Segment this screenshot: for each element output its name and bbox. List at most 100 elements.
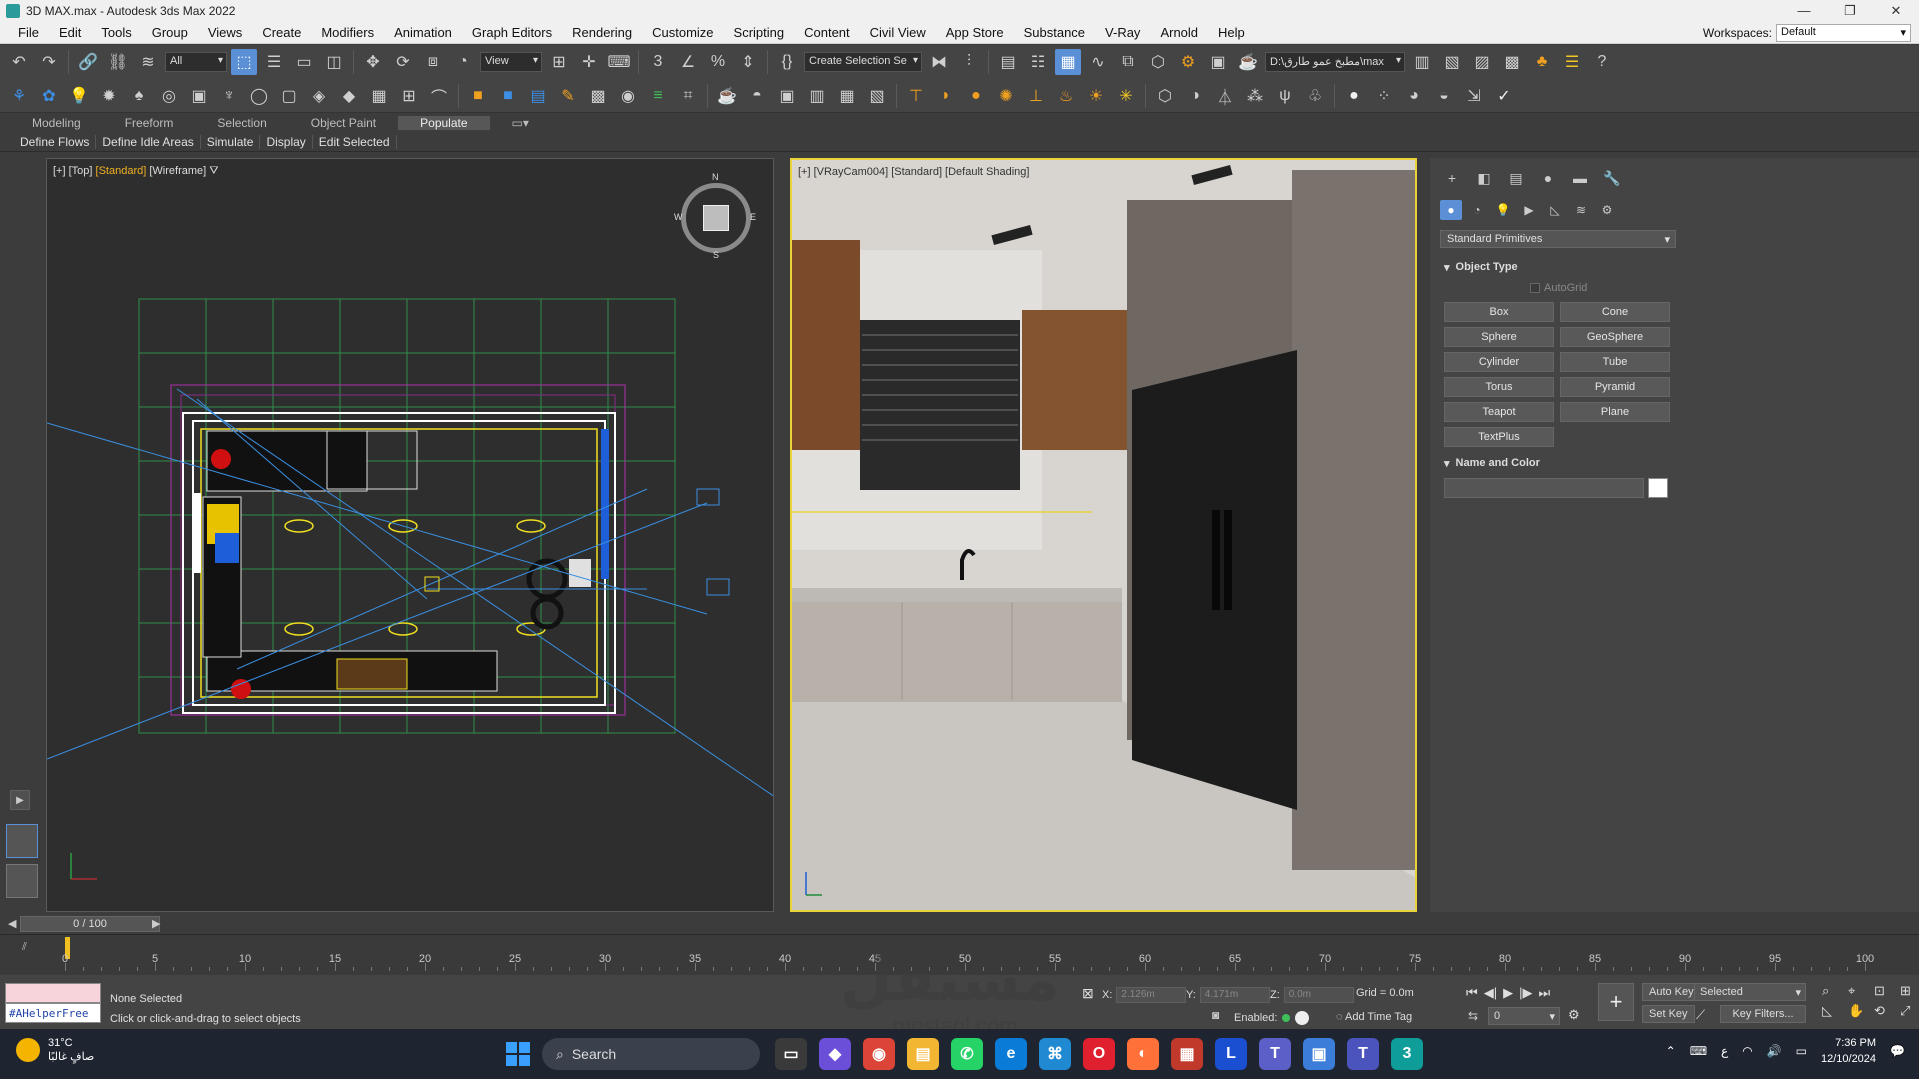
vray-sphere-icon[interactable]: ◯ [246,83,272,109]
hemisphere-icon[interactable]: ◗ [933,83,959,109]
define-flows-button[interactable]: Define Flows [14,134,97,149]
menu-content[interactable]: Content [794,25,860,40]
snaps-toggle-icon[interactable]: 3 [645,49,671,75]
crop-icon[interactable]: ⌗ [675,83,701,109]
curve-editor-icon[interactable]: ∿ [1085,49,1111,75]
layer-explorer-icon[interactable]: ☷ [1025,49,1051,75]
viewport-plus-menu[interactable]: [+] [53,165,66,177]
vray-fur-icon[interactable]: ♆ [216,83,242,109]
battery-icon[interactable]: ▭ [1796,1044,1807,1058]
maximize-viewport-icon[interactable]: ⤢ [1900,1003,1919,1019]
shapes-icon[interactable]: ◔ [1466,200,1488,220]
menu-rendering[interactable]: Rendering [562,25,642,40]
material-sphere-icon[interactable]: ● [1341,83,1367,109]
prev-frame-icon[interactable]: ◀ [8,917,16,930]
time-slider[interactable]: ◀ 0 / 100 ▶ [0,914,1919,934]
undo-icon[interactable]: ↶ [6,49,32,75]
define-idle-areas-button[interactable]: Define Idle Areas [96,134,201,149]
material-editor-icon[interactable]: ⬡ [1145,49,1171,75]
firefox-icon[interactable]: ◐ [1127,1038,1159,1070]
redo-icon[interactable]: ↷ [36,49,62,75]
rect-selection-icon[interactable]: ▭ [291,49,317,75]
track-bar-icon[interactable]: ⫽ [22,941,27,954]
maxscript-listener[interactable]: #AHelperFree [5,983,101,1023]
ies-light-icon[interactable]: ♠ [126,83,152,109]
rotate-icon[interactable]: ⟳ [390,49,416,75]
vray-proxy-icon[interactable]: ▣ [186,83,212,109]
render-elements-icon[interactable]: ▥ [804,83,830,109]
zoom-icon[interactable]: ⌕ [1822,983,1844,999]
utilities-tab-icon[interactable]: 🔧 [1600,168,1624,188]
project-paths-icon[interactable]: ▩ [1499,49,1525,75]
vray-logo-icon[interactable]: ✓ [1491,83,1517,109]
cylinder-button[interactable]: Cylinder [1444,352,1554,372]
viewport-shading-menu[interactable]: [Wireframe] [149,165,206,177]
ribbon-tab-object-paint[interactable]: Object Paint [289,116,398,130]
copilot-icon[interactable]: ◆ [819,1038,851,1070]
vray-toolbar-icon-2[interactable]: ✿ [36,83,62,109]
modify-tab-icon[interactable]: ◧ [1472,168,1496,188]
viewport-pov-menu[interactable]: [Top] [69,165,93,177]
angle-snap-icon[interactable]: ∠ [675,49,701,75]
ribbon-options-icon[interactable]: ▭▾ [490,116,551,130]
helpers-icon[interactable]: ◺ [1544,200,1566,220]
ies-icon[interactable]: ▤ [525,83,551,109]
viewport-camera[interactable]: [+] [VRayCam004] [Standard] [Default Sha… [790,158,1417,912]
light-bulb-icon[interactable]: 💡 [66,83,92,109]
omni-light-icon[interactable]: ✺ [993,83,1019,109]
systems-icon[interactable]: ⚙ [1596,200,1618,220]
lumion-icon[interactable]: L [1215,1038,1247,1070]
store-icon[interactable]: ▣ [1303,1038,1335,1070]
bind-spacewarp-icon[interactable]: ≋ [135,49,161,75]
menu-civil-view[interactable]: Civil View [860,25,936,40]
vray-decal-icon[interactable]: ◆ [336,83,362,109]
edge-icon[interactable]: e [995,1038,1027,1070]
start-button[interactable] [506,1042,530,1066]
notifications-icon[interactable]: 💬 [1890,1044,1905,1058]
viewport-filter-icon[interactable]: ⛛ [209,165,218,177]
key-set-select[interactable]: Selected [1694,983,1806,1001]
menu-arnold[interactable]: Arnold [1150,25,1208,40]
geosphere-button[interactable]: GeoSphere [1560,327,1670,347]
ribbon-tab-modeling[interactable]: Modeling [10,116,103,130]
next-key-icon[interactable]: |▶ [1519,985,1532,1001]
ribbon-tab-populate[interactable]: Populate [398,116,490,130]
whatsapp-icon[interactable]: ✆ [951,1038,983,1070]
sphere-light-icon[interactable]: ● [963,83,989,109]
ribbon-tab-freeform[interactable]: Freeform [103,116,196,130]
lights-icon[interactable]: 💡 [1492,200,1514,220]
simulate-button[interactable]: Simulate [201,134,261,149]
enabled-field[interactable] [1295,1011,1310,1025]
cameras-icon[interactable]: ▶ [1518,200,1540,220]
key-filters-button[interactable]: Key Filters... [1720,1005,1806,1023]
percent-snap-icon[interactable]: % [705,49,731,75]
select-object-icon[interactable]: ⬚ [231,49,257,75]
teapot-icon[interactable]: ☕ [714,83,740,109]
menu-group[interactable]: Group [142,25,198,40]
vray-clipper-icon[interactable]: ◈ [306,83,332,109]
sky-icon[interactable]: ✳ [1113,83,1139,109]
align-icon[interactable]: ⫶ [956,49,982,75]
spacewarps-icon[interactable]: ≋ [1570,200,1592,220]
help-icon[interactable]: ? [1589,49,1615,75]
link-icon[interactable]: 🔗 [75,49,101,75]
menu-modifiers[interactable]: Modifiers [311,25,384,40]
named-selection-select[interactable]: Create Selection Se [804,52,922,72]
menu-vray[interactable]: V-Ray [1095,25,1150,40]
keyboard-shortcut-icon[interactable]: ⌨ [606,49,632,75]
field-of-view-icon[interactable]: ◺ [1822,1003,1844,1019]
viewport-top-label[interactable]: [+] [Top] [Standard] [Wireframe] ⛛ [53,165,219,178]
spotlight-icon[interactable]: ⊤ [903,83,929,109]
play-icon[interactable]: ▶ [1503,985,1513,1001]
render-production-icon[interactable]: ☕ [1235,49,1261,75]
file-explorer-icon[interactable]: ▤ [907,1038,939,1070]
next-frame-icon[interactable]: ▶ [152,917,160,930]
calculator-icon[interactable]: ▦ [1171,1038,1203,1070]
clock[interactable]: 7:36 PM 12/10/2024 [1821,1035,1876,1067]
layers-icon[interactable]: ≡ [645,83,671,109]
prev-key-icon[interactable]: ◀| [1484,985,1497,1001]
teams-icon[interactable]: T [1259,1038,1291,1070]
rendered-frame-icon[interactable]: ▣ [1205,49,1231,75]
vfb-history-icon[interactable]: ▧ [864,83,890,109]
material-library-icon[interactable]: ▦ [834,83,860,109]
